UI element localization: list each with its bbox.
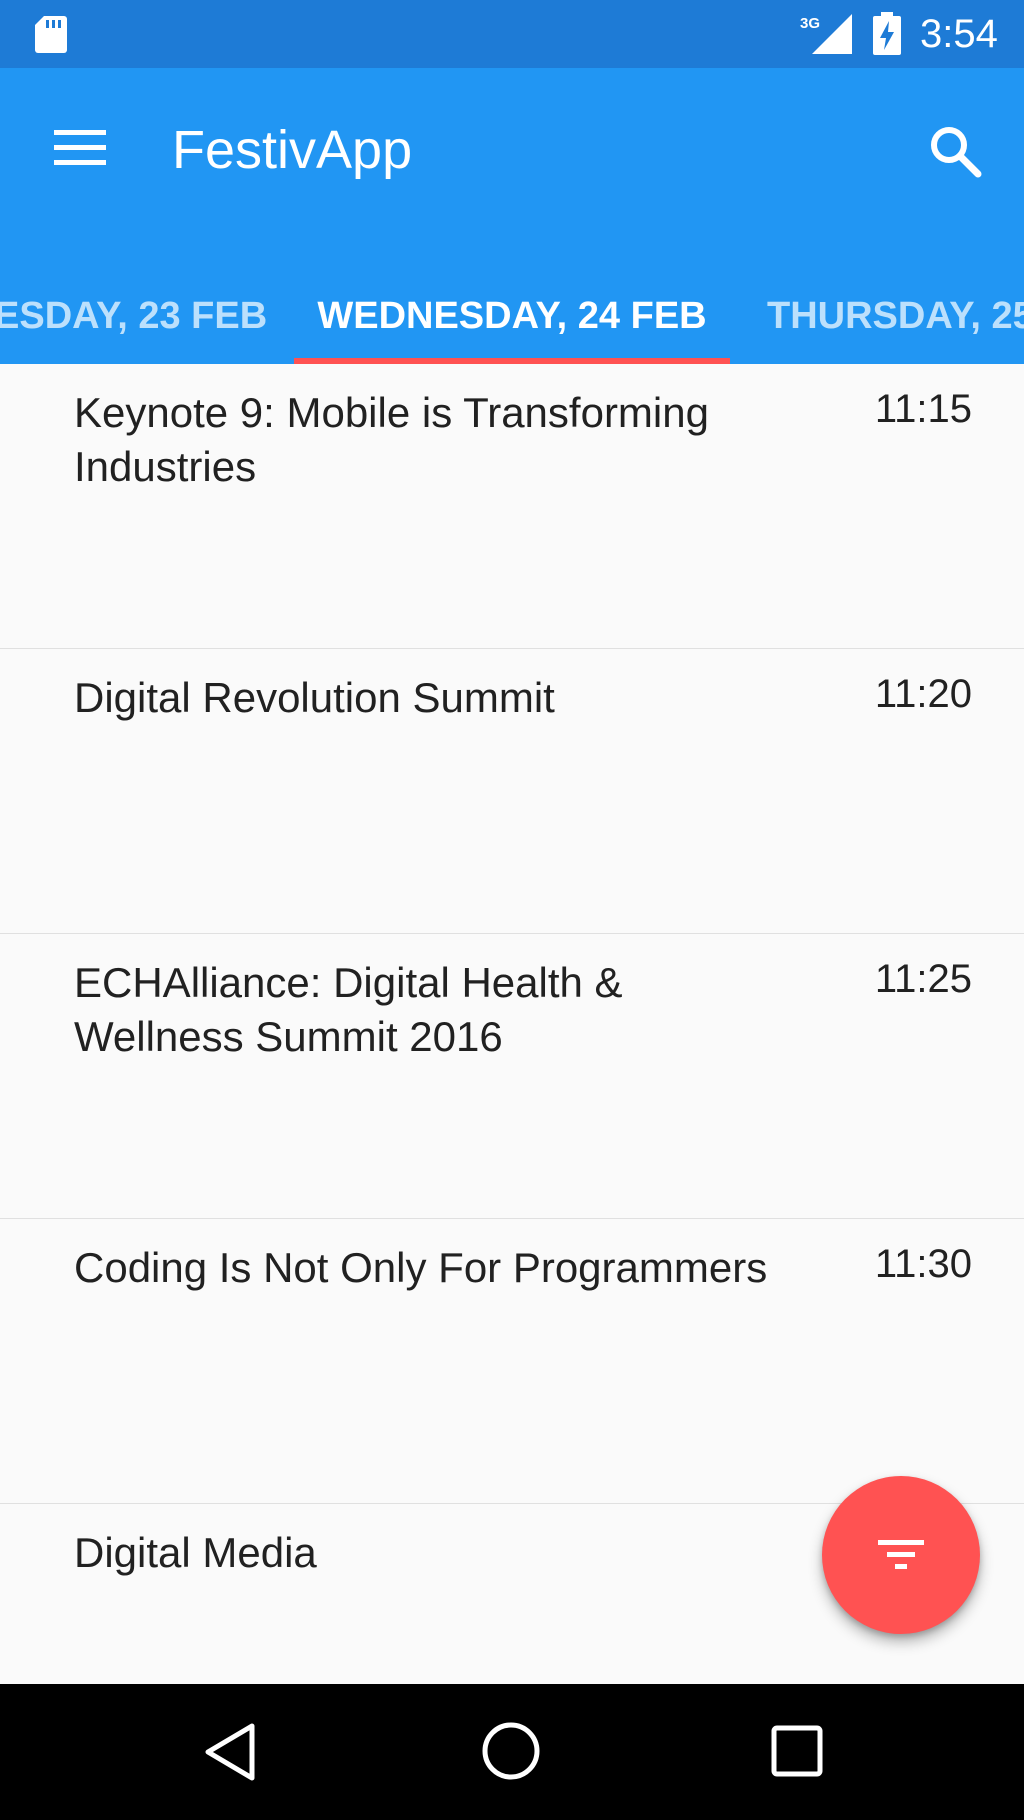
- session-time: 11:20: [874, 672, 972, 716]
- system-nav-bar: [0, 1684, 1024, 1820]
- filter-button[interactable]: [822, 1476, 980, 1634]
- day-tabs: ESDAY, 23 FEB WEDNESDAY, 24 FEB THURSDAY…: [0, 268, 1024, 364]
- status-bar: 3G 3:54: [0, 0, 1024, 68]
- tab-tuesday[interactable]: ESDAY, 23 FEB: [0, 268, 267, 364]
- session-item[interactable]: Keynote 9: Mobile is Transforming Indust…: [0, 364, 1024, 649]
- battery-charging-icon: [873, 12, 901, 55]
- status-clock: 3:54: [920, 12, 998, 56]
- home-icon[interactable]: [478, 1718, 544, 1784]
- app-bar: FestivApp ESDAY, 23 FEB WEDNESDAY, 24 FE…: [0, 68, 1024, 364]
- tab-thursday[interactable]: THURSDAY, 25: [767, 268, 1024, 364]
- session-item[interactable]: ECHAlliance: Digital Health & Wellness S…: [0, 934, 1024, 1219]
- session-item[interactable]: Digital Revolution Summit 11:20: [0, 649, 1024, 934]
- recents-icon[interactable]: [766, 1720, 828, 1782]
- back-icon[interactable]: [200, 1720, 264, 1784]
- app-title: FestivApp: [172, 120, 413, 180]
- network-type-label: 3G: [800, 15, 820, 32]
- filter-icon: [878, 1540, 924, 1569]
- session-title: Digital Media: [74, 1529, 317, 1576]
- search-icon[interactable]: [928, 124, 982, 178]
- menu-icon[interactable]: [54, 128, 106, 168]
- session-time: 11:30: [874, 1242, 972, 1286]
- session-title: Digital Revolution Summit: [74, 674, 555, 721]
- tab-wednesday[interactable]: WEDNESDAY, 24 FEB: [294, 268, 730, 364]
- signal-3g-icon: 3G: [800, 14, 852, 54]
- session-time: 11:15: [874, 387, 972, 431]
- session-title: Coding Is Not Only For Programmers: [74, 1244, 768, 1291]
- screen: 3G 3:54 FestivApp ESDAY, 23 FEB WEDNESDA…: [0, 0, 1024, 1820]
- session-item[interactable]: Coding Is Not Only For Programmers 11:30: [0, 1219, 1024, 1504]
- session-title: Keynote 9: Mobile is Transforming Indust…: [74, 389, 709, 490]
- session-time: 11:25: [874, 957, 972, 1001]
- session-title: ECHAlliance: Digital Health & Wellness S…: [74, 959, 623, 1060]
- sd-card-icon: [35, 16, 67, 53]
